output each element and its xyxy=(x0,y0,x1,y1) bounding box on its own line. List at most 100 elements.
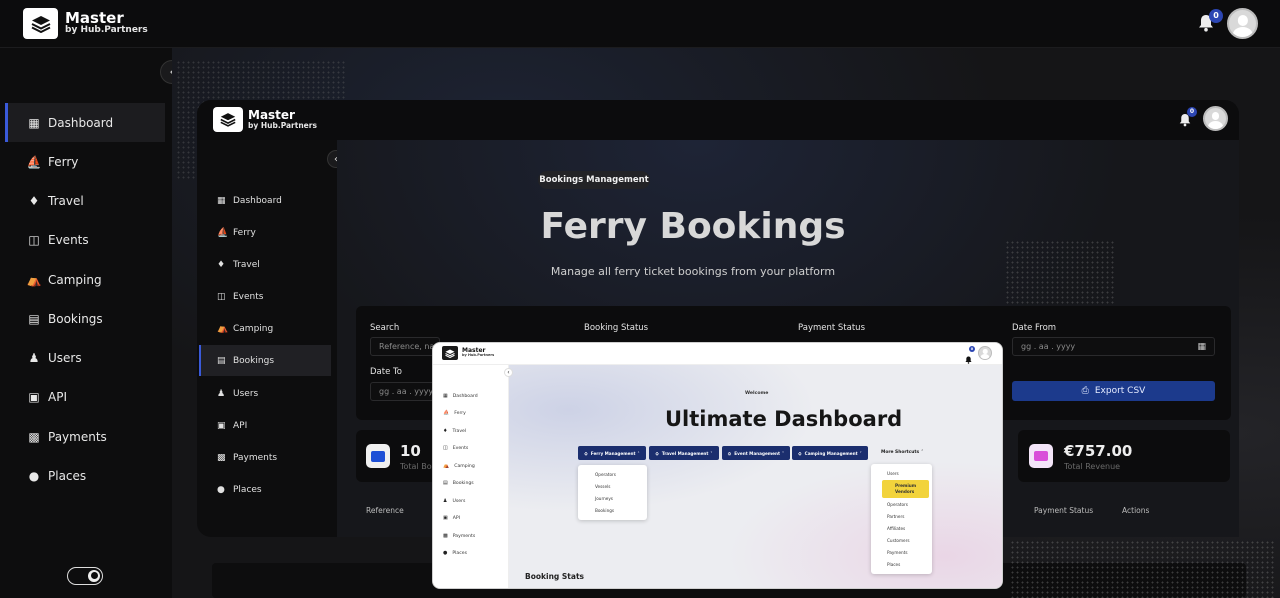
search-input[interactable]: Reference, nar xyxy=(370,337,440,356)
app-logo[interactable]: Master by Hub.Partners xyxy=(23,8,148,39)
calendar-icon: ▦ xyxy=(1197,341,1206,352)
search-label: Search xyxy=(370,323,400,333)
dropdown-item-journeys[interactable]: Journeys xyxy=(595,496,613,501)
sidebar-item-label: Dashboard xyxy=(48,115,114,130)
sidebar-item-label: API xyxy=(48,389,67,404)
premium-vendors-item[interactable]: Premium Vendors xyxy=(882,480,929,498)
ferry-management-dropdown: Operators Vessels Journeys Bookings xyxy=(578,465,647,520)
sidebar-item-label: Events xyxy=(233,291,264,302)
dropdown-item-vessels[interactable]: Vessels xyxy=(595,484,610,489)
places-icon: ● xyxy=(28,468,40,483)
total-bookings-label: Total Bo xyxy=(400,462,432,471)
sidebar-item-label: Payments xyxy=(233,452,278,463)
sidebar-item-travel[interactable]: ♦ Travel xyxy=(5,181,165,220)
gear-icon: ⛭ xyxy=(727,450,732,456)
inner-app-subtitle: by Hub.Partners xyxy=(248,120,317,130)
sidebar-item-events[interactable]: ◫ Events xyxy=(5,220,165,259)
date-from-input[interactable]: gg . aa . yyyy ▦ xyxy=(1012,337,1215,356)
bookings-icon: ▤ xyxy=(28,311,40,326)
inner2-sidebar-item-camping[interactable]: ⛺ Camping xyxy=(443,463,475,469)
menu-button-label: Event Management xyxy=(734,450,780,456)
camping-icon: ⛺ xyxy=(217,323,229,334)
sidebar-item-payments[interactable]: ▩ Payments xyxy=(5,417,165,456)
sidebar-item-label: Users xyxy=(48,350,82,365)
top-bar: Master by Hub.Partners 0 xyxy=(0,0,1280,48)
more-shortcuts-button[interactable]: More Shortcuts ˄ xyxy=(881,450,923,455)
event-management-button[interactable]: ⛭ Event Management ˅ xyxy=(722,446,790,460)
inner-sidebar-item-payments[interactable]: ▩ Payments xyxy=(199,442,331,473)
payments-icon: ▩ xyxy=(28,429,40,444)
payments-icon: ▩ xyxy=(443,533,448,539)
inner-sidebar-item-bookings[interactable]: ▤ Bookings xyxy=(199,345,331,376)
inner2-sidebar-collapse-button[interactable]: ‹ xyxy=(504,368,513,377)
date-from-placeholder: gg . aa . yyyy xyxy=(1021,342,1076,351)
dropdown-item-customers[interactable]: Customers xyxy=(887,538,910,543)
sidebar-item-camping[interactable]: ⛺ Camping xyxy=(5,260,165,299)
theme-toggle[interactable] xyxy=(67,567,103,585)
dropdown-item-partners[interactable]: Partners xyxy=(887,514,904,519)
inner2-sidebar-item-ferry[interactable]: ⛵ Ferry xyxy=(443,410,466,416)
export-csv-button[interactable]: ⎙ Export CSV xyxy=(1012,381,1215,401)
dropdown-item-operators[interactable]: Operators xyxy=(887,502,908,507)
users-icon: ♟ xyxy=(28,350,40,365)
dropdown-item-bookings[interactable]: Bookings xyxy=(595,508,614,513)
chevron-down-icon: ˅ xyxy=(710,450,713,456)
inner-sidebar-item-places[interactable]: ● Places xyxy=(199,474,331,505)
menu-button-label: Ferry Management xyxy=(590,450,636,456)
inner2-sidebar-item-payments[interactable]: ▩ Payments xyxy=(443,533,475,539)
dropdown-item-affiliates[interactable]: Affiliates xyxy=(887,526,905,531)
dropdown-item-places[interactable]: Places xyxy=(887,562,900,567)
user-avatar[interactable] xyxy=(978,346,992,360)
events-icon: ◫ xyxy=(28,232,40,247)
sidebar-item-label: Ferry xyxy=(454,410,466,416)
sidebar-item-label: Places xyxy=(48,468,87,483)
inner2-sidebar-item-dashboard[interactable]: ▦ Dashboard xyxy=(443,393,478,399)
sidebar-item-label: Places xyxy=(233,484,262,495)
sidebar-item-places[interactable]: ● Places xyxy=(5,456,165,495)
total-revenue-label: Total Revenue xyxy=(1064,462,1121,471)
app-title: Master xyxy=(65,8,124,27)
sidebar-item-ferry[interactable]: ⛵ Ferry xyxy=(5,142,165,181)
inner2-app-logo[interactable]: Master by Hub.Partners xyxy=(442,346,494,360)
inner-sidebar-item-users[interactable]: ♟ Users xyxy=(199,378,331,409)
inner-app-logo[interactable]: Master by Hub.Partners xyxy=(213,107,317,132)
sidebar-item-bookings[interactable]: ▤ Bookings xyxy=(5,299,165,338)
dropdown-item-operators[interactable]: Operators xyxy=(595,472,616,477)
sidebar-item-users[interactable]: ♟ Users xyxy=(5,338,165,377)
travel-icon: ♦ xyxy=(28,193,40,208)
inner-sidebar-item-ferry[interactable]: ⛵ Ferry xyxy=(199,217,331,248)
sidebar-item-label: Bookings xyxy=(452,480,474,486)
inner-sidebar-item-api[interactable]: ▣ API xyxy=(199,410,331,441)
inner2-sidebar-item-events[interactable]: ◫ Events xyxy=(443,445,468,451)
ferry-icon: ⛵ xyxy=(217,227,229,238)
gear-icon: ⛭ xyxy=(798,450,802,456)
layers-icon xyxy=(213,107,243,132)
payments-icon: ▩ xyxy=(217,452,226,463)
user-avatar[interactable] xyxy=(1203,106,1228,131)
inner-sidebar-item-dashboard[interactable]: ▦ Dashboard xyxy=(199,185,331,216)
travel-management-button[interactable]: ⛭ Travel Management ˅ xyxy=(649,446,719,460)
inner2-sidebar-item-places[interactable]: ● Places xyxy=(443,550,467,556)
chevron-down-icon: ˅ xyxy=(859,450,862,456)
total-revenue-value: €757.00 xyxy=(1064,442,1133,460)
date-to-input[interactable]: gg . aa . yyyy xyxy=(370,382,440,401)
inner2-sidebar-item-api[interactable]: ▣ API xyxy=(443,515,460,521)
table-header-payment-status: Payment Status xyxy=(1034,506,1094,515)
inner-sidebar-item-events[interactable]: ◫ Events xyxy=(199,281,331,312)
ferry-management-button[interactable]: ⛭ Ferry Management ˄ xyxy=(578,446,646,460)
sidebar-item-label: API xyxy=(233,420,248,431)
inner-sidebar-item-travel[interactable]: ♦ Travel xyxy=(199,249,331,280)
camping-management-button[interactable]: ⛭ Camping Management ˅ xyxy=(792,446,868,460)
sidebar-item-dashboard[interactable]: ▦ Dashboard xyxy=(5,103,165,142)
dropdown-item-users[interactable]: Users xyxy=(887,471,899,476)
sidebar-item-api[interactable]: ▣ API xyxy=(5,377,165,416)
inner2-sidebar-item-bookings[interactable]: ▤ Bookings xyxy=(443,480,474,486)
api-icon: ▣ xyxy=(217,420,226,431)
dropdown-item-payments[interactable]: Payments xyxy=(887,550,908,555)
users-icon: ♟ xyxy=(217,388,226,399)
user-avatar[interactable] xyxy=(1227,8,1258,39)
inner2-sidebar-item-travel[interactable]: ♦ Travel xyxy=(443,428,466,434)
inner-sidebar-item-camping[interactable]: ⛺ Camping xyxy=(199,313,331,344)
layers-icon xyxy=(442,346,458,360)
inner2-sidebar-item-users[interactable]: ♟ Users xyxy=(443,498,465,504)
